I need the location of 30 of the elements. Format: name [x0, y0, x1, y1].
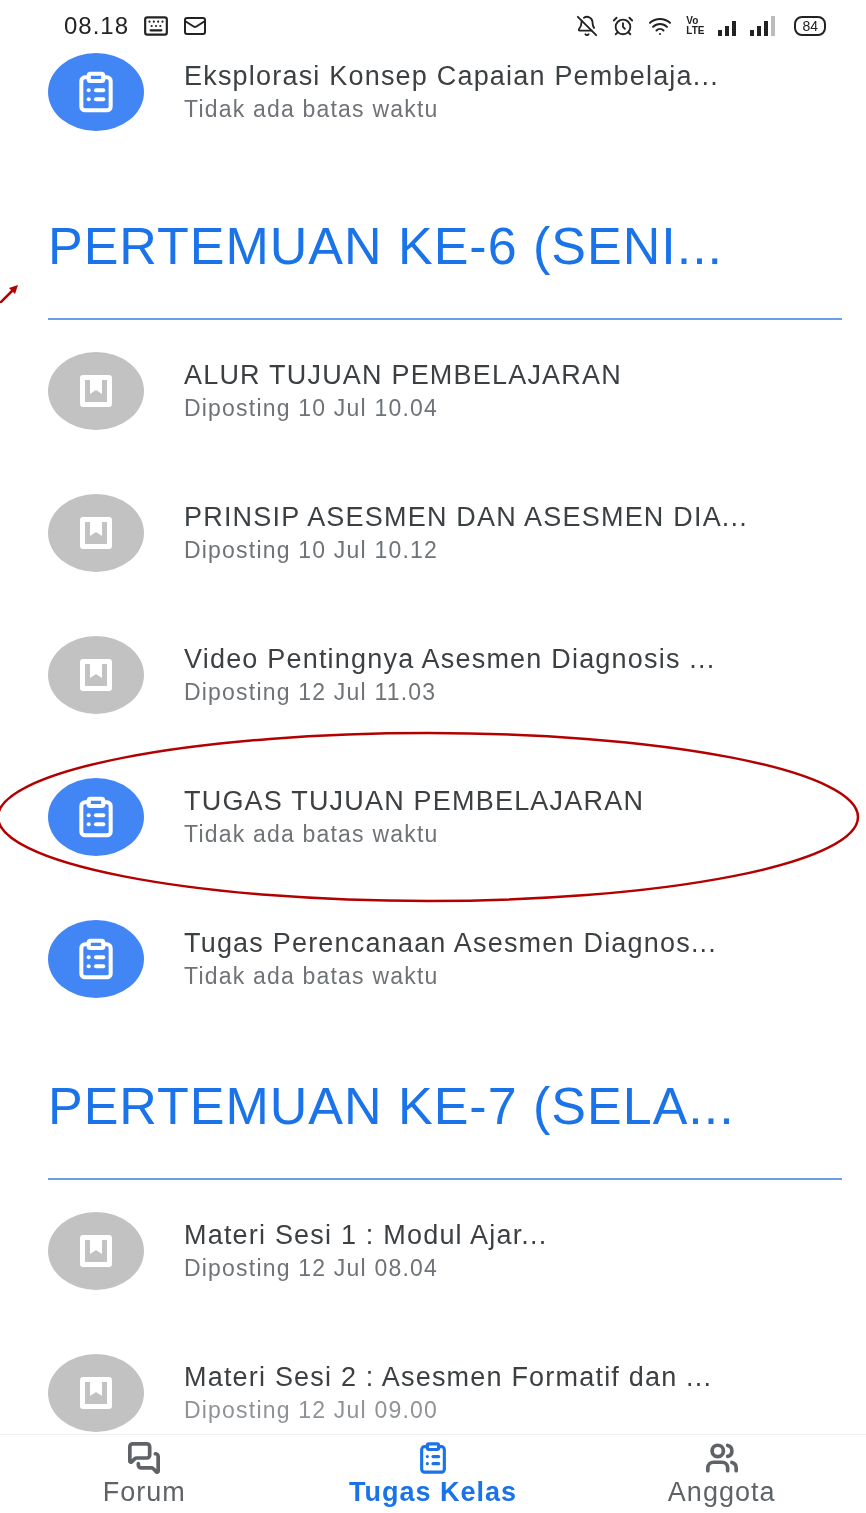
item-subtitle: Diposting 12 Jul 08.04 — [184, 1255, 439, 1282]
item-title: ALUR TUJUAN PEMBELAJARAN — [184, 360, 622, 391]
item-subtitle: Tidak ada batas waktu — [184, 963, 440, 990]
nav-tab[interactable]: Tugas Kelas — [288, 1435, 578, 1513]
people-icon — [704, 1440, 739, 1475]
item-subtitle: Diposting 12 Jul 09.00 — [184, 1397, 439, 1424]
section-heading: PERTEMUAN KE-6 (SENI... — [48, 216, 725, 277]
mail-icon — [183, 14, 208, 38]
item-title: PRINSIP ASESMEN DAN ASESMEN DIA... — [184, 502, 748, 533]
item-title: TUGAS TUJUAN PEMBELAJARAN — [184, 786, 645, 817]
item-title: Video Pentingnya Asesmen Diagnosis ... — [184, 644, 716, 675]
bell-off-icon — [576, 15, 599, 37]
nav-tab[interactable]: Anggota — [577, 1435, 866, 1513]
item-subtitle: Tidak ada batas waktu — [184, 821, 440, 848]
item-title: Materi Sesi 2 : Asesmen Formatif dan ... — [184, 1362, 713, 1393]
item-title: Tugas Perencanaan Asesmen Diagnos... — [184, 928, 717, 959]
item-subtitle: Diposting 10 Jul 10.04 — [184, 395, 439, 422]
alarm-icon — [612, 15, 635, 37]
item-subtitle: Diposting 10 Jul 10.12 — [184, 537, 439, 564]
item-subtitle: Tidak ada batas waktu — [184, 96, 440, 123]
item-title: Materi Sesi 1 : Modul Ajar... — [184, 1220, 548, 1251]
item-subtitle: Diposting 12 Jul 11.03 — [184, 679, 438, 706]
nav-tab[interactable]: Forum — [0, 1435, 289, 1513]
battery-level: 84 — [794, 16, 826, 36]
volte-label: Vo LTE — [686, 16, 705, 36]
section-heading: PERTEMUAN KE-7 (SELA... — [48, 1076, 736, 1137]
chat-icon — [127, 1440, 162, 1475]
keyboard-icon — [143, 13, 170, 39]
status-time: 08.18 — [64, 12, 130, 40]
item-title: Eksplorasi Konsep Capaian Pembelaja... — [184, 61, 719, 92]
